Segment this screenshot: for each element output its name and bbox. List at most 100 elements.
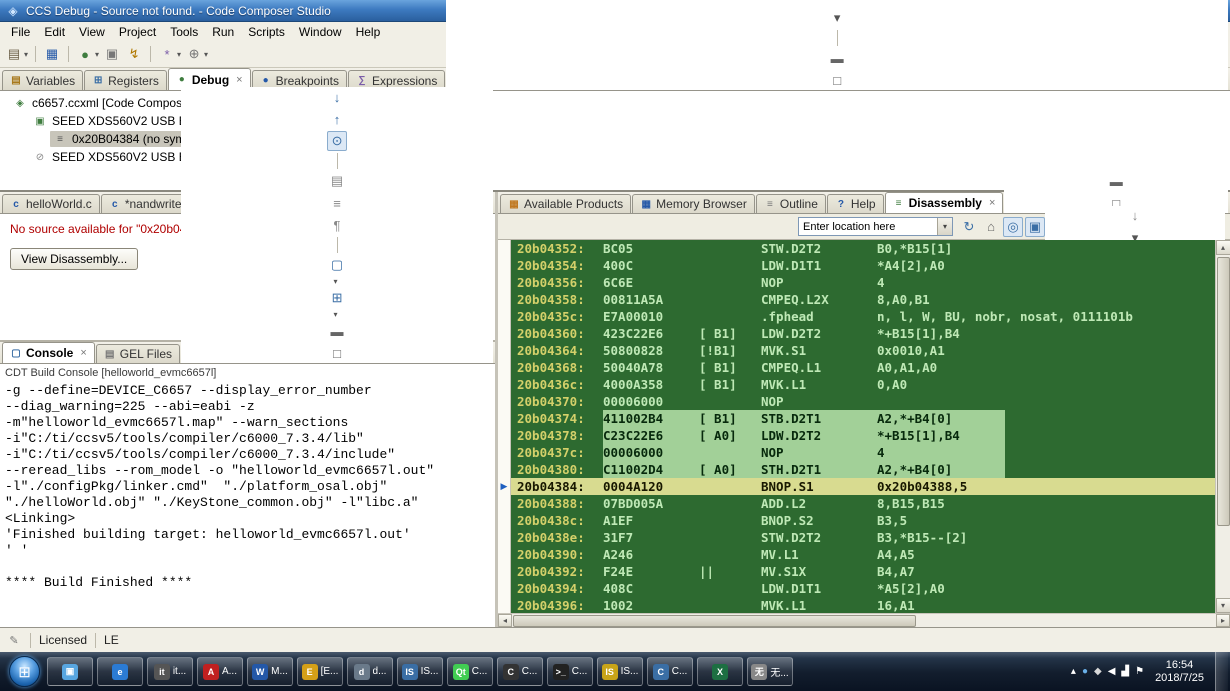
taskbar-item-cmd[interactable]: >_C... (547, 657, 593, 686)
taskbar-item-acrobat[interactable]: AA... (197, 657, 243, 686)
tab-console[interactable]: ▢Console× (2, 342, 95, 363)
disassembly-row[interactable]: 20b04388:07BD005AADD.L28,B15,B15 (511, 495, 1215, 512)
taskbar-item-3[interactable]: itit... (147, 657, 193, 686)
taskbar-item-12[interactable]: ISIS... (597, 657, 643, 686)
action-center-icon[interactable]: ⚑ (1135, 666, 1144, 677)
taskbar-item-6[interactable]: E[E... (297, 657, 343, 686)
console-output[interactable]: -g --define=DEVICE_C6657 --display_error… (0, 382, 495, 627)
taskbar-item-browser[interactable]: e (97, 657, 143, 686)
maximize-view-icon[interactable]: □ (327, 343, 347, 363)
flash-icon[interactable]: ↯ (124, 44, 144, 64)
taskbar-item-word[interactable]: WM... (247, 657, 293, 686)
link-icon[interactable]: ⊕ (184, 44, 204, 64)
location-dropdown-icon[interactable]: ▾ (937, 218, 952, 235)
next-annotation-icon[interactable]: ↓ (327, 87, 347, 107)
disassembly-row[interactable]: 20b0438e:31F7STW.D2T2B3,*B15--[2] (511, 529, 1215, 546)
prev-annotation-icon[interactable]: ↑ (327, 109, 347, 129)
menu-window[interactable]: Window (292, 23, 349, 41)
new-wizard-icon[interactable]: ▤ (4, 44, 24, 64)
disassembly-row[interactable]: 20b04354:400CLDW.D1T1*A4[2],A0 (511, 257, 1215, 274)
sync-with-pc-icon[interactable]: ◎ (1003, 217, 1023, 237)
minimize-view-icon[interactable]: ▬ (327, 321, 347, 341)
tab-outline[interactable]: ≡Outline (756, 194, 826, 213)
location-input[interactable] (799, 218, 937, 235)
disassembly-row[interactable]: 20b04390:A246MV.L1A4,A5 (511, 546, 1215, 563)
tab-disassembly[interactable]: ≡Disassembly× (885, 192, 1004, 213)
network-icon[interactable]: ▟ (1121, 666, 1129, 677)
taskbar-item-13[interactable]: CC... (647, 657, 693, 686)
scroll-down-arrow[interactable]: ▾ (1216, 598, 1230, 613)
tab-gel-files[interactable]: ▤GEL Files (96, 344, 180, 363)
open-console-icon-dropdown[interactable]: ▾ (334, 310, 338, 319)
vertical-scrollbar-thumb[interactable] (1217, 257, 1230, 526)
disassembly-listing[interactable]: 20b04352:BC05STW.D2T2B0,*B15[1]20b04354:… (511, 240, 1215, 613)
menu-help[interactable]: Help (349, 23, 388, 41)
scroll-left-arrow[interactable]: ◂ (498, 614, 512, 627)
scroll-right-arrow[interactable]: ▸ (1216, 614, 1230, 627)
refresh-icon[interactable]: ↺ (827, 0, 847, 6)
tab-variables[interactable]: ▤Variables (2, 70, 83, 90)
wand-icon-dropdown[interactable]: ▾ (177, 50, 181, 59)
horizontal-scrollbar-thumb[interactable] (513, 615, 916, 627)
wand-icon[interactable]: * (157, 44, 177, 64)
menu-scripts[interactable]: Scripts (241, 23, 292, 41)
taskbar-item-10[interactable]: CC... (497, 657, 543, 686)
minimize-view-icon[interactable]: ▬ (827, 48, 847, 68)
volume-icon[interactable]: ◀ (1108, 666, 1116, 677)
taskbar-item-qt[interactable]: QtC... (447, 657, 493, 686)
close-tab-icon[interactable]: × (236, 74, 242, 86)
taskbar-item-explorer[interactable]: ▣ (47, 657, 93, 686)
taskbar-clock[interactable]: 16:54 2018/7/25 (1151, 659, 1208, 685)
display-selected-console-icon-dropdown[interactable]: ▾ (334, 277, 338, 286)
menu-view[interactable]: View (72, 23, 112, 41)
vertical-scrollbar[interactable]: ▴ ▾ (1215, 240, 1230, 613)
disassembly-row[interactable]: 20b0437c:00006000NOP4 (511, 444, 1215, 461)
disassembly-row[interactable]: 20b04356:6C6ENOP4 (511, 274, 1215, 291)
disassembly-row[interactable]: 20b04378:C23C22E6[ A0]LDW.D2T2*+B15[1],B… (511, 427, 1215, 444)
tab-help[interactable]: ?Help (827, 194, 884, 213)
taskbar-item-excel[interactable]: X (697, 657, 743, 686)
disassembly-row[interactable]: 20b04380:C11002D4[ A0]STH.D2T1A2,*+B4[0] (511, 461, 1215, 478)
disassembly-row[interactable]: 20b04384:0004A120BNOP.S10x20b04388,5 (511, 478, 1215, 495)
debug-icon-dropdown[interactable]: ▾ (95, 50, 99, 59)
close-tab-icon[interactable]: × (80, 347, 86, 359)
menu-run[interactable]: Run (205, 23, 241, 41)
tab-helloworld-c[interactable]: chelloWorld.c (2, 194, 100, 213)
disassembly-row[interactable]: 20b0435c:E7A00010.fpheadn, l, W, BU, nob… (511, 308, 1215, 325)
disassembly-row[interactable]: 20b0436c:4000A358[ B1]MVK.L10,A0 (511, 376, 1215, 393)
view-menu-icon[interactable]: ▾ (827, 8, 847, 28)
menu-project[interactable]: Project (112, 23, 163, 41)
clear-console-icon[interactable]: ▤ (327, 171, 347, 191)
disassembly-row[interactable]: 20b04394:408CLDW.D1T1*A5[2],A0 (511, 580, 1215, 597)
horizontal-scrollbar[interactable]: ◂ ▸ (498, 613, 1230, 627)
disassembly-row[interactable]: 20b04352:BC05STW.D2T2B0,*B15[1] (511, 240, 1215, 257)
close-tab-icon[interactable]: × (989, 197, 995, 209)
disassembly-row[interactable]: 20b04360:423C22E6[ B1]LDW.D2T2*+B15[1],B… (511, 325, 1215, 342)
tray-app-icon[interactable]: ● (1082, 666, 1088, 677)
show-hidden-icons-chevron[interactable]: ▴ (1071, 666, 1076, 677)
disassembly-row[interactable]: 20b04374:411002B4[ B1]STB.D2T1A2,*+B4[0] (511, 410, 1215, 427)
menu-file[interactable]: File (4, 23, 37, 41)
disassembly-row[interactable]: 20b04364:50800828[!B1]MVK.S10x0010,A1 (511, 342, 1215, 359)
start-button[interactable]: ⊞ (9, 656, 40, 687)
pin-console-icon[interactable]: ⊙ (327, 131, 347, 151)
maximize-view-icon[interactable]: □ (827, 70, 847, 90)
disassembly-row[interactable]: 20b0438c:A1EFBNOP.S2B3,5 (511, 512, 1215, 529)
link-icon-dropdown[interactable]: ▾ (204, 50, 208, 59)
disassembly-row[interactable]: 20b04358:00811A5ACMPEQ.L2X8,A0,B1 (511, 291, 1215, 308)
input-indicator-icon[interactable]: ◆ (1094, 666, 1102, 677)
tab-available-products[interactable]: ▦Available Products (500, 194, 631, 213)
debug-icon[interactable]: ● (75, 44, 95, 64)
view-disassembly-button[interactable]: View Disassembly... (10, 248, 138, 270)
disassembly-row[interactable]: 20b04368:50040A78[ B1]CMPEQ.L1A0,A1,A0 (511, 359, 1215, 376)
menu-tools[interactable]: Tools (163, 23, 205, 41)
show-desktop-button[interactable] (1215, 652, 1228, 691)
minimize-view-icon[interactable]: ▬ (1106, 171, 1126, 191)
display-selected-console-icon[interactable]: ▢ (327, 255, 347, 275)
disassembly-row[interactable]: 20b04396:1002MVK.L116,A1 (511, 597, 1215, 613)
tab-registers[interactable]: ⊞Registers (84, 70, 167, 90)
word-wrap-icon[interactable]: ¶ (327, 215, 347, 235)
disassembly-row[interactable]: 20b04392:F24E||MV.S1XB4,A7 (511, 563, 1215, 580)
new-wizard-icon-dropdown[interactable]: ▾ (24, 50, 28, 59)
show-opcodes-icon[interactable]: ▣ (1025, 217, 1045, 237)
